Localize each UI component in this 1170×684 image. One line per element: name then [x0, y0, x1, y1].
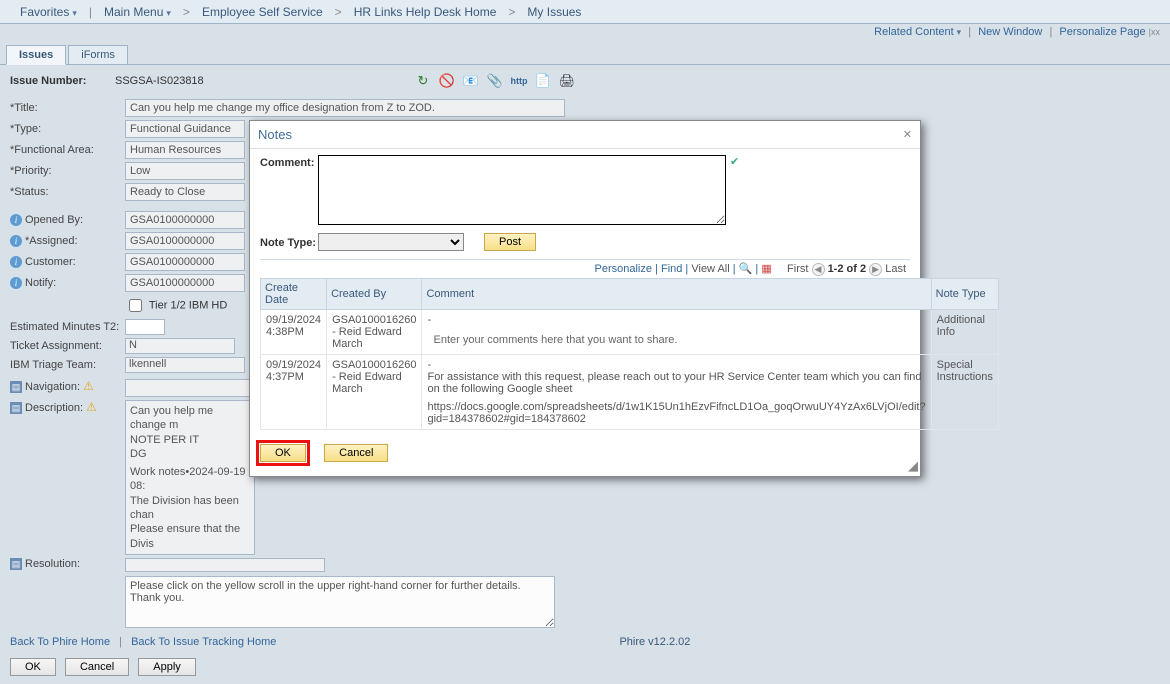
grid-toolbar: Personalize | Find | View All | 🔍 | ▦ Fi…: [260, 259, 910, 278]
checkbox-tier12[interactable]: [129, 299, 142, 312]
warn-icon: ⚠: [83, 379, 94, 393]
label-customer: iCustomer:: [10, 256, 125, 268]
warn-icon: ⚠: [86, 400, 97, 414]
field-resolution-short[interactable]: [125, 558, 325, 572]
comment-textarea[interactable]: [318, 155, 726, 225]
field-priority[interactable]: Low: [125, 162, 245, 180]
label-status: *Status:: [10, 186, 125, 198]
notes-table: Create Date Created By Comment Note Type…: [260, 278, 999, 430]
label-est-minutes: Estimated Minutes T2:: [10, 321, 125, 333]
field-description[interactable]: Can you help me change m NOTE PER IT DG …: [125, 400, 255, 555]
field-est-minutes[interactable]: [125, 319, 165, 335]
breadcrumb-helpdesk[interactable]: HR Links Help Desk Home: [342, 5, 509, 19]
next-icon[interactable]: ▶: [869, 263, 882, 276]
link-back-phire[interactable]: Back To Phire Home: [10, 636, 110, 648]
field-ticket-assign[interactable]: N: [125, 338, 235, 354]
link-new-window[interactable]: New Window: [978, 26, 1042, 38]
label-note-type: Note Type:: [260, 235, 318, 249]
label-title: *Title:: [10, 102, 125, 114]
link-related-content[interactable]: Related Content: [874, 26, 961, 38]
modal-ok-button[interactable]: OK: [260, 444, 306, 462]
cancel-icon[interactable]: 🚫: [439, 73, 455, 89]
modal-title: Notes: [258, 127, 292, 142]
label-navigation: ▤Navigation: ⚠: [10, 379, 125, 393]
grid-range: 1-2 of 2: [828, 263, 867, 275]
breadcrumb-myissues[interactable]: My Issues: [515, 5, 593, 19]
label-issue-number: Issue Number:: [10, 75, 115, 87]
label-tier12: Tier 1/2 IBM HD: [149, 299, 227, 311]
breadcrumb-ess[interactable]: Employee Self Service: [190, 5, 335, 19]
doc-icon[interactable]: 📄: [535, 73, 551, 89]
tab-row: Issues iForms: [6, 42, 1170, 64]
nav-last[interactable]: Last: [885, 263, 906, 275]
tab-issues[interactable]: Issues: [6, 45, 66, 65]
link-find[interactable]: Find: [661, 263, 682, 275]
label-opened-by: iOpened By:: [10, 214, 125, 226]
zoom-icon[interactable]: 🔍: [739, 263, 753, 275]
field-triage-team[interactable]: lkennell: [125, 357, 245, 373]
nav-favorites[interactable]: Favorites: [8, 5, 89, 19]
prev-icon[interactable]: ◀: [812, 263, 825, 276]
tab-iforms[interactable]: iForms: [68, 45, 128, 65]
link-personalize[interactable]: Personalize: [595, 263, 652, 275]
table-row: 09/19/2024 4:37PM GSA0100016260 - Reid E…: [261, 354, 999, 429]
close-icon[interactable]: ✕: [903, 128, 912, 141]
col-create-date[interactable]: Create Date: [261, 278, 327, 309]
modal-cancel-button[interactable]: Cancel: [324, 444, 388, 462]
version-label: Phire v12.2.02: [619, 636, 690, 648]
export-icon[interactable]: ▦: [761, 263, 771, 275]
nav-mainmenu[interactable]: Main Menu: [92, 5, 183, 19]
attach-icon[interactable]: 📎: [487, 73, 503, 89]
page-apply-button[interactable]: Apply: [138, 658, 196, 676]
field-area[interactable]: Human Resources: [125, 141, 245, 159]
breadcrumb-bar: Favorites | Main Menu > Employee Self Se…: [0, 0, 1170, 24]
label-comment: Comment:: [260, 155, 318, 169]
field-resolution-text[interactable]: Please click on the yellow scroll in the…: [125, 576, 555, 628]
nav-first[interactable]: First: [787, 263, 808, 275]
col-comment[interactable]: Comment: [422, 278, 931, 309]
post-button[interactable]: Post: [484, 233, 536, 251]
link-viewall[interactable]: View All: [691, 263, 729, 275]
field-status[interactable]: Ready to Close: [125, 183, 245, 201]
link-personalize-page[interactable]: Personalize Page: [1059, 26, 1145, 38]
page-ok-button[interactable]: OK: [10, 658, 56, 676]
mail-icon[interactable]: 📧: [463, 73, 479, 89]
field-notify[interactable]: GSA0100000000: [125, 274, 245, 292]
label-notify: iNotify:: [10, 277, 125, 289]
col-note-type[interactable]: Note Type: [931, 278, 998, 309]
value-issue-number: SSGSA-IS023818: [115, 75, 375, 87]
spellcheck-icon[interactable]: ✔: [730, 155, 739, 168]
label-area: *Functional Area:: [10, 144, 125, 156]
label-ticket-assign: Ticket Assignment:: [10, 340, 125, 352]
table-row: 09/19/2024 4:38PM GSA0100016260 - Reid E…: [261, 309, 999, 354]
label-type: *Type:: [10, 123, 125, 135]
refresh-icon[interactable]: ↻: [415, 73, 431, 89]
label-description: ▤Description: ⚠: [10, 400, 125, 414]
label-priority: *Priority:: [10, 165, 125, 177]
field-customer[interactable]: GSA0100000000: [125, 253, 245, 271]
label-assigned: i*Assigned:: [10, 235, 125, 247]
notes-modal: Notes ✕ Comment: ✔ Note Type: Post Perso…: [249, 120, 921, 477]
field-assigned[interactable]: GSA0100000000: [125, 232, 245, 250]
field-opened-by[interactable]: GSA0100000000: [125, 211, 245, 229]
col-created-by[interactable]: Created By: [327, 278, 422, 309]
print-icon[interactable]: 🖨: [559, 73, 575, 89]
link-back-tracking[interactable]: Back To Issue Tracking Home: [131, 636, 276, 648]
field-navigation[interactable]: [125, 379, 255, 397]
resize-grip-icon[interactable]: ◢: [908, 458, 918, 474]
page-cancel-button[interactable]: Cancel: [65, 658, 129, 676]
label-resolution: ▤Resolution:: [10, 558, 125, 570]
field-type[interactable]: Functional Guidance: [125, 120, 245, 138]
http-icon[interactable]: http: [511, 73, 527, 89]
page-links: Related Content | New Window | Personali…: [0, 24, 1170, 42]
label-triage-team: IBM Triage Team:: [10, 359, 125, 371]
note-type-select[interactable]: [318, 233, 464, 251]
field-title[interactable]: Can you help me change my office designa…: [125, 99, 565, 117]
